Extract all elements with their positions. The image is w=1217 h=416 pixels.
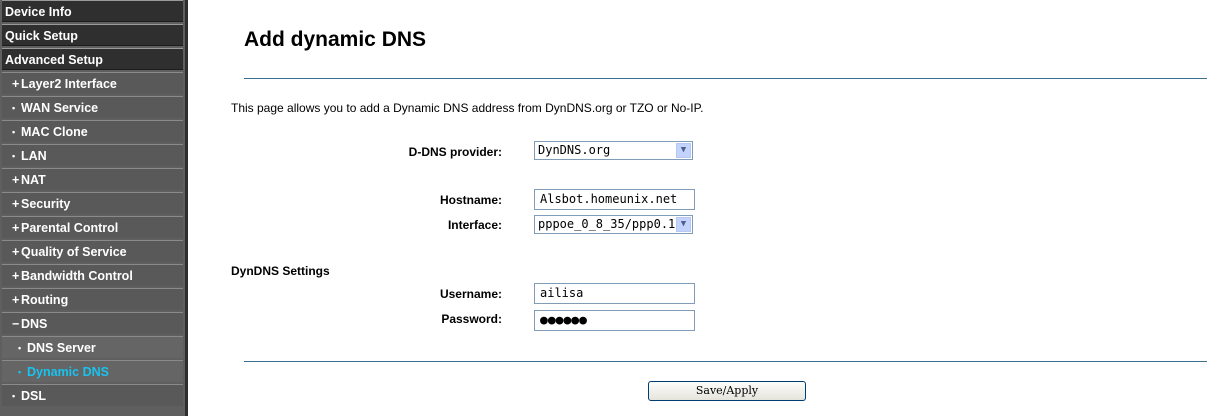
save-apply-button[interactable]: Save/Apply <box>648 381 806 401</box>
sidebar-item-quick-setup[interactable]: Quick Setup <box>2 24 183 46</box>
sidebar-item-dns[interactable]: − DNS <box>2 312 183 334</box>
username-input[interactable]: ailisa <box>534 283 695 304</box>
expand-icon: + <box>12 77 20 91</box>
sidebar-nav: Device Info Quick Setup Advanced Setup + Lay… <box>0 0 188 416</box>
sidebar-item-dns-server[interactable]: • DNS Server <box>2 336 183 358</box>
main-content: Add dynamic DNS This page allows you to … <box>188 0 1217 416</box>
sidebar-item-label: LAN <box>21 149 47 163</box>
sidebar-item-dynamic-dns[interactable]: • Dynamic DNS <box>2 360 183 382</box>
expand-icon: + <box>12 293 20 307</box>
sidebar-item-label: Dynamic DNS <box>27 365 109 379</box>
section-heading: DynDNS Settings <box>231 264 330 278</box>
expand-icon: + <box>12 269 20 283</box>
bullet-icon: • <box>18 367 22 377</box>
expand-icon: + <box>12 197 20 211</box>
sidebar-item-routing[interactable]: + Routing <box>2 288 183 310</box>
sidebar-item-quality-of-service[interactable]: + Quality of Service <box>2 240 183 262</box>
hostname-label: Hostname: <box>439 193 502 207</box>
sidebar-item-label: Bandwidth Control <box>21 269 133 283</box>
sidebar-item-label: Routing <box>21 293 69 307</box>
sidebar-item-label: DSL <box>21 389 46 403</box>
interface-select[interactable]: pppoe_0_8_35/ppp0.1 ▼ <box>534 215 693 234</box>
sidebar-item-label: Quality of Service <box>21 245 127 259</box>
sidebar-item-label: DNS Server <box>27 341 96 355</box>
interface-label: Interface: <box>447 218 502 232</box>
bullet-icon: • <box>12 103 16 113</box>
sidebar-item-label: Layer2 Interface <box>21 77 117 91</box>
chevron-down-icon[interactable]: ▼ <box>676 217 691 232</box>
bullet-icon: • <box>18 343 22 353</box>
sidebar-item-label: Parental Control <box>21 221 119 235</box>
bullet-icon: • <box>12 127 16 137</box>
sidebar-item-label: Security <box>21 197 71 211</box>
sidebar-item-wan-service[interactable]: • WAN Service <box>2 96 183 118</box>
sidebar-item-dsl[interactable]: • DSL <box>2 384 183 406</box>
sidebar-item-layer2-interface[interactable]: + Layer2 Interface <box>2 72 183 94</box>
sidebar-item-mac-clone[interactable]: • MAC Clone <box>2 120 183 142</box>
password-mask: ●●●●●● <box>540 313 587 328</box>
bullet-icon: • <box>12 151 16 161</box>
collapse-icon: − <box>12 317 20 331</box>
sidebar-item-label: Advanced Setup <box>5 53 103 67</box>
sidebar-item-lan[interactable]: • LAN <box>2 144 183 166</box>
sidebar-item-label: NAT <box>21 173 46 187</box>
sidebar-item-advanced-setup[interactable]: Advanced Setup <box>2 48 183 70</box>
interface-value: pppoe_0_8_35/ppp0.1 <box>538 217 676 231</box>
password-input[interactable]: ●●●●●● <box>534 310 695 331</box>
password-label: Password: <box>441 312 502 326</box>
expand-icon: + <box>12 245 20 259</box>
divider <box>244 78 1207 79</box>
divider <box>244 361 1207 362</box>
expand-icon: + <box>12 221 20 235</box>
page-title: Add dynamic DNS <box>244 28 427 51</box>
username-label: Username: <box>439 287 502 301</box>
sidebar-item-label: MAC Clone <box>21 125 88 139</box>
provider-select[interactable]: DynDNS.org ▼ <box>534 141 693 160</box>
page-description: This page allows you to add a Dynamic DN… <box>231 101 704 115</box>
provider-label: D-DNS provider: <box>408 145 502 159</box>
sidebar-item-nat[interactable]: + NAT <box>2 168 183 190</box>
sidebar-item-label: Quick Setup <box>5 29 78 43</box>
sidebar-item-bandwidth-control[interactable]: + Bandwidth Control <box>2 264 183 286</box>
sidebar-item-label: Device Info <box>5 5 72 19</box>
sidebar-item-label: DNS <box>21 317 48 331</box>
sidebar-item-security[interactable]: + Security <box>2 192 183 214</box>
sidebar-item-parental-control[interactable]: + Parental Control <box>2 216 183 238</box>
sidebar-item-label: WAN Service <box>21 101 99 115</box>
bullet-icon: • <box>12 391 16 401</box>
chevron-down-icon[interactable]: ▼ <box>676 143 691 158</box>
hostname-input[interactable]: Alsbot.homeunix.net <box>534 189 695 210</box>
sidebar-item-device-info[interactable]: Device Info <box>2 0 183 22</box>
provider-value: DynDNS.org <box>538 143 611 157</box>
expand-icon: + <box>12 173 20 187</box>
